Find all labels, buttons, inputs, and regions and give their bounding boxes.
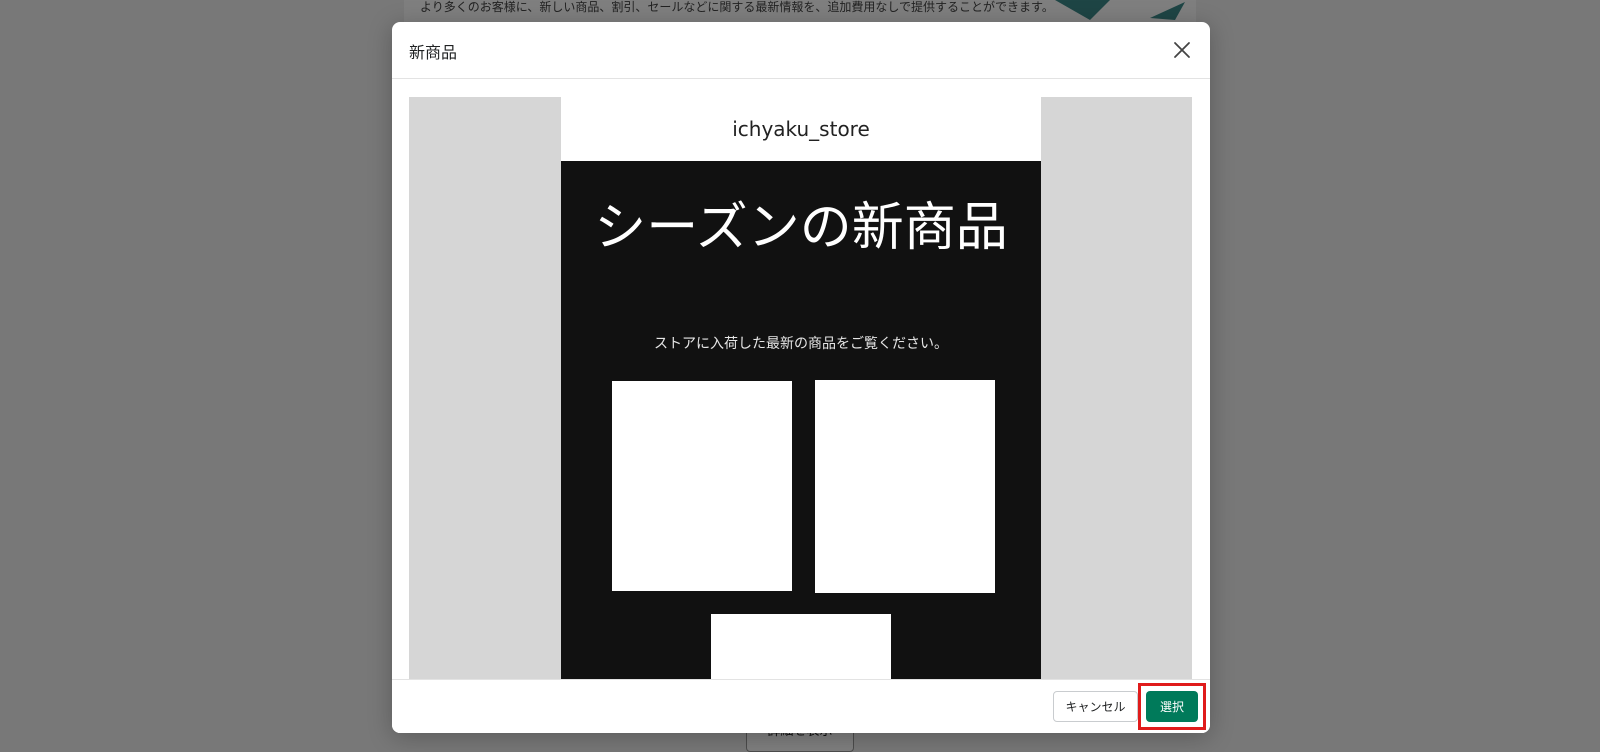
modal-header: 新商品	[392, 22, 1210, 79]
select-button[interactable]: 選択	[1146, 691, 1198, 722]
modal-footer: キャンセル 選択	[392, 679, 1210, 733]
email-subtext: ストアに入荷した最新の商品をご覧ください。	[654, 336, 948, 352]
email-preview-area[interactable]: ichyaku_store シーズンの新商品 ストアに入荷した最新の商品をご覧く…	[409, 97, 1192, 680]
close-button[interactable]	[1168, 36, 1196, 64]
email-preview: ichyaku_store シーズンの新商品 ストアに入荷した最新の商品をご覧く…	[561, 97, 1041, 680]
product-image-placeholder	[711, 614, 891, 680]
email-headline: シーズンの新商品	[594, 198, 1008, 258]
store-name: ichyaku_store	[732, 117, 870, 141]
email-header: ichyaku_store	[561, 97, 1041, 161]
modal-title: 新商品	[409, 43, 458, 62]
cancel-button[interactable]: キャンセル	[1053, 691, 1138, 722]
product-image-placeholder	[815, 380, 995, 593]
close-icon	[1174, 42, 1190, 58]
product-image-placeholder	[612, 381, 792, 591]
template-preview-modal: 新商品 ichyaku_store シーズンの新商品 ストアに入荷した最新の商品…	[392, 22, 1210, 733]
